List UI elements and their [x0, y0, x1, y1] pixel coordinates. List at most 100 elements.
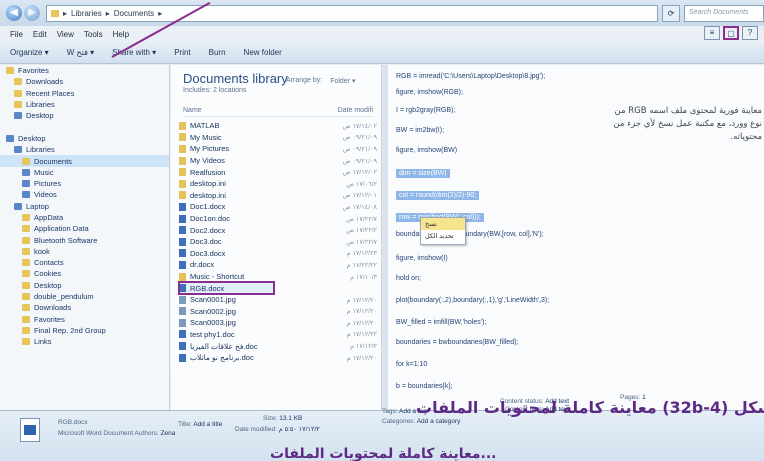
nav-item[interactable]: Cookies — [0, 268, 169, 279]
arrange-by-dropdown[interactable]: Folder ▾ — [330, 77, 355, 85]
back-icon[interactable]: ◀ — [6, 5, 22, 21]
code-line[interactable]: col = round(dim(2)/2)-90; — [396, 191, 480, 200]
file-row[interactable]: Music - Shortcut ١٧/١٠/٣ م — [179, 271, 377, 283]
code-line[interactable]: I = rgb2gray(RGB); — [396, 107, 455, 114]
column-date-modified[interactable]: Date modifi — [338, 107, 373, 114]
code-line[interactable]: plot(boundary(:,2),boundary(:,1),'g','Li… — [396, 297, 549, 304]
nav-item[interactable]: Final Rep. 2nd Group — [0, 325, 169, 336]
breadcrumb-libraries[interactable]: Libraries — [71, 9, 102, 18]
file-row[interactable]: Scan0002.jpg ١٧/١٢/٢٠ م — [179, 306, 377, 318]
menu-file[interactable]: File — [10, 30, 23, 39]
nav-item[interactable]: Documents — [0, 155, 169, 167]
file-date: ١٧/١٢/٢٣ م — [346, 250, 377, 258]
file-name-cell: Realfusion — [179, 168, 225, 177]
code-line[interactable]: boundary = bwtraceboundary(BW,[row, col]… — [396, 231, 544, 238]
help-icon[interactable]: ? — [742, 26, 758, 40]
file-row[interactable]: فح علاقات الفيزيا.doc ١٧/١٢/٢ م — [179, 340, 377, 352]
code-line[interactable]: BW = im2bw(I); — [396, 127, 444, 134]
library-includes[interactable]: Includes: 2 locations — [183, 87, 246, 94]
file-row[interactable]: test phy1.doc ١٧/١٢/٢٢ م — [179, 329, 377, 341]
column-name[interactable]: Name — [183, 107, 202, 114]
nav-item[interactable]: Downloads — [0, 76, 169, 87]
nav-item[interactable]: Recent Places — [0, 88, 169, 99]
file-row[interactable]: Doc3.docx ١٧/١٢/٢٣ م — [179, 248, 377, 260]
folder-icon — [22, 326, 30, 334]
file-name: Scan0001.jpg — [190, 295, 236, 305]
menu-view[interactable]: View — [57, 30, 74, 39]
nav-item[interactable]: double_pendulum — [0, 291, 169, 302]
code-line[interactable]: figure, imshow(RGB); — [396, 89, 463, 96]
nav-item[interactable]: Desktop — [0, 133, 169, 144]
print-button[interactable]: Print — [174, 48, 190, 57]
code-line[interactable]: BW_filled = imfill(BW,'holes'); — [396, 319, 486, 326]
menu-tools[interactable]: Tools — [84, 30, 103, 39]
context-menu-copy[interactable]: نسخ — [421, 218, 465, 230]
file-row[interactable]: برنامج نو ماتلاب.doc ١٧/١٢/٢٠ م — [179, 352, 377, 364]
code-line[interactable]: boundaries = bwboundaries(BW_filled); — [396, 339, 518, 346]
new-folder-button[interactable]: New folder — [244, 48, 282, 57]
nav-item[interactable]: Videos — [0, 189, 169, 200]
code-line[interactable]: dim = size(BW) — [396, 169, 450, 178]
file-row[interactable]: desktop.ini ١٧/١٢/٠١ ص — [179, 190, 377, 202]
nav-item[interactable]: Libraries — [0, 99, 169, 110]
file-row[interactable]: Scan0001.jpg ١٧/١٢/٢٠ م — [179, 294, 377, 306]
open-with-button[interactable]: W فتح ▾ — [67, 48, 94, 57]
address-bar[interactable]: ▸ Libraries ▸ Documents ▸ — [46, 5, 658, 22]
code-line[interactable]: figure, imshow(I) — [396, 255, 448, 262]
context-menu-select-all[interactable]: تحديد الكل — [421, 230, 465, 242]
file-row[interactable]: desktop.ini ١٧/٠٦/٢ ص — [179, 178, 377, 190]
nav-item[interactable]: Application Data — [0, 223, 169, 234]
file-row[interactable]: Doc1on.doc ١٧/٢٢/٧ ص — [179, 213, 377, 225]
detail-title-value[interactable]: Add a title — [193, 421, 222, 428]
refresh-button[interactable]: ⟳ — [662, 5, 680, 22]
nav-item[interactable]: Laptop — [0, 201, 169, 212]
code-line[interactable]: figure, imshow(BW) — [396, 147, 457, 154]
file-row[interactable]: Doc2.docx ١٧/٢٢/٢ ص — [179, 224, 377, 236]
code-line[interactable]: hold on; — [396, 275, 421, 282]
breadcrumb-documents[interactable]: Documents — [114, 9, 154, 18]
nav-item[interactable]: AppData — [0, 212, 169, 223]
file-name: My Music — [190, 132, 222, 142]
detail-title: Title: Add a title — [178, 421, 222, 428]
nav-item[interactable]: Favorites — [0, 314, 169, 325]
nav-item[interactable]: Music — [0, 167, 169, 178]
preview-pane-toggle-icon[interactable]: ▢ — [723, 26, 739, 40]
file-row[interactable]: My Videos ٠٩/٢١/٠٩ ص — [179, 155, 377, 167]
menu-edit[interactable]: Edit — [33, 30, 47, 39]
folder-icon — [14, 101, 22, 109]
nav-item[interactable]: Favorites — [0, 65, 169, 76]
file-row[interactable]: RGB.docx — [178, 281, 275, 295]
search-input[interactable]: Search Documents — [684, 5, 764, 22]
nav-item[interactable]: Bluetooth Software — [0, 234, 169, 245]
detail-authors-value[interactable]: Zena — [161, 430, 176, 437]
file-row[interactable]: My Music ٠٩/٢١/٠٩ ص — [179, 132, 377, 144]
nav-item[interactable]: Desktop — [0, 110, 169, 121]
file-row[interactable]: Realfusion ١٧/١٢/٠٢ ص — [179, 166, 377, 178]
file-row[interactable]: Doc1.docx ١٧/١٤/٠٨ ص — [179, 201, 377, 213]
nav-item[interactable]: Downloads — [0, 302, 169, 313]
detail-categories-value[interactable]: Add a category — [417, 418, 461, 425]
preview-scrollbar[interactable] — [382, 65, 388, 410]
nav-item-label: AppData — [34, 213, 64, 222]
file-row[interactable]: Doc3.doc ١٧/٢٢/٧ ص — [179, 236, 377, 248]
nav-item[interactable]: Desktop — [0, 280, 169, 291]
file-row[interactable]: My Pictures ٠٩/٢١/٠٩ ص — [179, 143, 377, 155]
nav-item[interactable]: Links — [0, 336, 169, 347]
burn-button[interactable]: Burn — [209, 48, 226, 57]
code-line[interactable]: b = boundaries{k}; — [396, 383, 453, 390]
file-row[interactable]: dr.docx ١٧/٢٢/٢٢ م — [179, 259, 377, 271]
organize-button[interactable]: Organize ▾ — [10, 48, 49, 57]
file-row[interactable]: MATLAB ١٧/١٤/٠٢ ص — [179, 120, 377, 132]
menu-help[interactable]: Help — [113, 30, 129, 39]
file-list: Documents library Includes: 2 locations … — [171, 65, 381, 410]
nav-item[interactable]: Pictures — [0, 178, 169, 189]
file-name: فح علاقات الفيزيا.doc — [190, 341, 258, 351]
nav-item[interactable]: kook — [0, 246, 169, 257]
file-row[interactable]: Scan0003.jpg ١٧/١٢/٢٠ م — [179, 317, 377, 329]
view-options-icon[interactable]: ≡ — [704, 26, 720, 40]
code-line[interactable]: RGB = imread('C:\Users\Laptop\Desktop\8.… — [396, 73, 545, 80]
code-line[interactable]: for k=1:10 — [396, 361, 427, 368]
forward-icon[interactable]: ▶ — [24, 5, 40, 21]
nav-item[interactable]: Contacts — [0, 257, 169, 268]
nav-item[interactable]: Libraries — [0, 144, 169, 155]
